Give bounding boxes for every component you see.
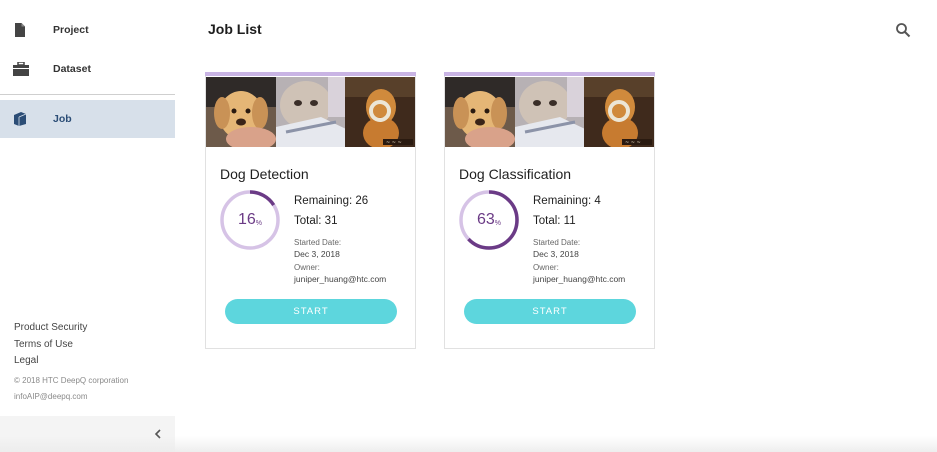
footer-links: Product Security Terms of Use Legal © 20… [14, 320, 128, 406]
card-accent-bar [444, 72, 655, 76]
dog-thumbnail [275, 77, 346, 147]
svg-text:~ ~ ~: ~ ~ ~ [625, 140, 641, 146]
search-icon[interactable] [895, 22, 911, 38]
job-title: Dog Classification [459, 166, 572, 182]
sidebar-item-label: Project [53, 24, 89, 36]
sidebar-item-job[interactable]: Job [0, 100, 175, 138]
progress-ring: 63% [458, 189, 520, 251]
sidebar-item-dataset[interactable]: Dataset [0, 50, 175, 88]
dog-thumbnail [445, 77, 515, 147]
dog-thumbnail: ~ ~ ~ [584, 77, 655, 147]
card-thumbnails: ~ ~ ~ [445, 77, 655, 147]
job-title: Dog Detection [220, 166, 309, 182]
sidebar-item-label: Dataset [53, 63, 91, 75]
progress-value: 16 [237, 211, 256, 228]
bottom-shadow [0, 436, 937, 452]
start-button[interactable]: START [225, 299, 397, 324]
remaining-count: Remaining: 4 [533, 195, 601, 207]
sidebar: Project Dataset Job Product Security Ter… [0, 0, 175, 452]
progress-unit: % [255, 219, 263, 227]
started-date-label: Started Date: [533, 238, 581, 247]
sidebar-divider [0, 94, 175, 95]
briefcase-icon [13, 61, 29, 76]
started-date-label: Started Date: [294, 238, 342, 247]
job-stats: Remaining: 26 Total: 31 Started Date: De… [294, 191, 386, 285]
start-button[interactable]: START [464, 299, 636, 324]
progress-ring: 16% [219, 189, 281, 251]
book-icon [13, 112, 27, 126]
total-count: Total: 31 [294, 215, 338, 227]
started-date-value: Dec 3, 2018 [533, 249, 579, 259]
sidebar-item-label: Job [53, 113, 72, 125]
product-security-link[interactable]: Product Security [14, 320, 128, 337]
card-thumbnails: ~ ~ ~ [206, 77, 416, 147]
legal-link[interactable]: Legal [14, 353, 128, 370]
job-stats: Remaining: 4 Total: 11 Started Date: Dec… [533, 191, 625, 285]
terms-of-use-link[interactable]: Terms of Use [14, 337, 128, 354]
owner-label: Owner: [533, 263, 559, 272]
svg-text:~ ~ ~: ~ ~ ~ [386, 140, 402, 146]
dog-thumbnail [514, 77, 585, 147]
contact-email: infoAIP@deepq.com [14, 392, 88, 401]
progress-value: 63 [476, 211, 495, 228]
file-icon [13, 23, 27, 37]
owner-label: Owner: [294, 263, 320, 272]
sidebar-item-project[interactable]: Project [0, 11, 175, 49]
remaining-count: Remaining: 26 [294, 195, 369, 207]
progress-unit: % [494, 219, 502, 227]
owner-value: juniper_huang@htc.com [294, 274, 387, 284]
dog-thumbnail [206, 77, 276, 147]
total-count: Total: 11 [533, 215, 576, 227]
job-card-dog-detection[interactable]: ~ ~ ~ Dog Detection 16% Remaining: 26 To… [205, 72, 416, 349]
owner-value: juniper_huang@htc.com [533, 274, 626, 284]
dog-thumbnail: ~ ~ ~ [345, 77, 416, 147]
started-date-value: Dec 3, 2018 [294, 249, 340, 259]
card-accent-bar [205, 72, 416, 76]
page-title: Job List [208, 21, 262, 37]
job-card-dog-classification[interactable]: ~ ~ ~ Dog Classification 63% Remaining: … [444, 72, 655, 349]
copyright-text: © 2018 HTC DeepQ corporation [14, 375, 129, 385]
